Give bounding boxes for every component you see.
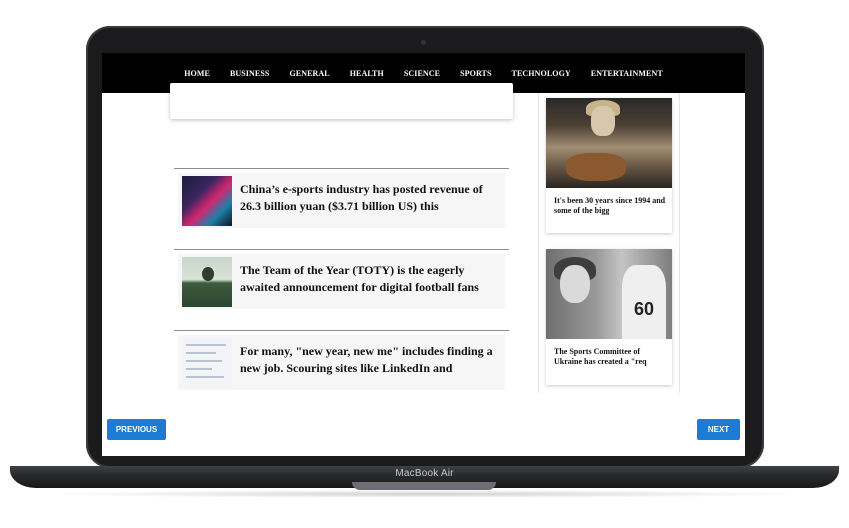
nav-technology[interactable]: TECHNOLOGY — [502, 69, 581, 78]
screenshot-line — [186, 360, 222, 362]
camera-icon — [421, 40, 426, 45]
athletes-photo[interactable]: 60 — [546, 249, 672, 339]
next-button[interactable]: NEXT — [697, 419, 740, 440]
article-card[interactable]: For many, "new year, new me" includes fi… — [178, 335, 505, 390]
nav-science[interactable]: SCIENCE — [394, 69, 450, 78]
laptop-shadow — [40, 490, 810, 498]
nav-entertainment[interactable]: ENTERTAINMENT — [581, 69, 673, 78]
sidebar-divider — [679, 93, 680, 393]
article-card[interactable]: The Team of the Year (TOTY) is the eager… — [178, 254, 505, 309]
nav-general[interactable]: GENERAL — [279, 69, 339, 78]
sidebar-caption[interactable]: The Sports Committee of Ukraine has crea… — [554, 347, 666, 367]
screenshot-line — [186, 344, 226, 346]
article-card[interactable]: China’s e-sports industry has posted rev… — [178, 173, 505, 228]
article-item[interactable]: For many, "new year, new me" includes fi… — [174, 330, 509, 391]
guitar-shape — [566, 153, 626, 181]
article-item[interactable]: The Team of the Year (TOTY) is the eager… — [174, 249, 509, 310]
sidebar-divider — [538, 93, 539, 393]
article-title[interactable]: For many, "new year, new me" includes fi… — [240, 343, 500, 377]
article-title[interactable]: China’s e-sports industry has posted rev… — [240, 181, 500, 215]
musician-photo[interactable] — [546, 98, 672, 188]
nav-health[interactable]: HEALTH — [340, 69, 394, 78]
nav-business[interactable]: BUSINESS — [220, 69, 280, 78]
nav-sports[interactable]: SPORTS — [450, 69, 501, 78]
face-shape — [560, 265, 590, 303]
featured-card[interactable] — [170, 83, 513, 119]
device-label: MacBook Air — [395, 468, 454, 479]
screenshot-line — [186, 352, 216, 354]
laptop-screen: HOME BUSINESS GENERAL HEALTH SCIENCE SPO… — [102, 53, 745, 456]
football-field-thumbnail[interactable] — [182, 257, 232, 307]
previous-button[interactable]: PREVIOUS — [107, 419, 166, 440]
screenshot-line — [186, 376, 224, 378]
tree-shape — [202, 267, 214, 281]
esports-thumbnail[interactable] — [182, 176, 232, 226]
sidebar-card[interactable]: It's been 30 years since 1994 and some o… — [546, 98, 672, 233]
article-item[interactable]: China’s e-sports industry has posted rev… — [174, 168, 509, 229]
article-title[interactable]: The Team of the Year (TOTY) is the eager… — [240, 262, 500, 296]
jersey-number: 60 — [634, 299, 655, 319]
sidebar-caption[interactable]: It's been 30 years since 1994 and some o… — [554, 196, 666, 216]
sidebar-card[interactable]: 60 The Sports Committee of Ukraine has c… — [546, 249, 672, 385]
face-shape — [591, 106, 615, 136]
nav-home[interactable]: HOME — [174, 69, 220, 78]
screenshot-line — [186, 368, 212, 370]
laptop-notch — [352, 482, 496, 490]
job-site-thumbnail[interactable] — [182, 338, 232, 388]
